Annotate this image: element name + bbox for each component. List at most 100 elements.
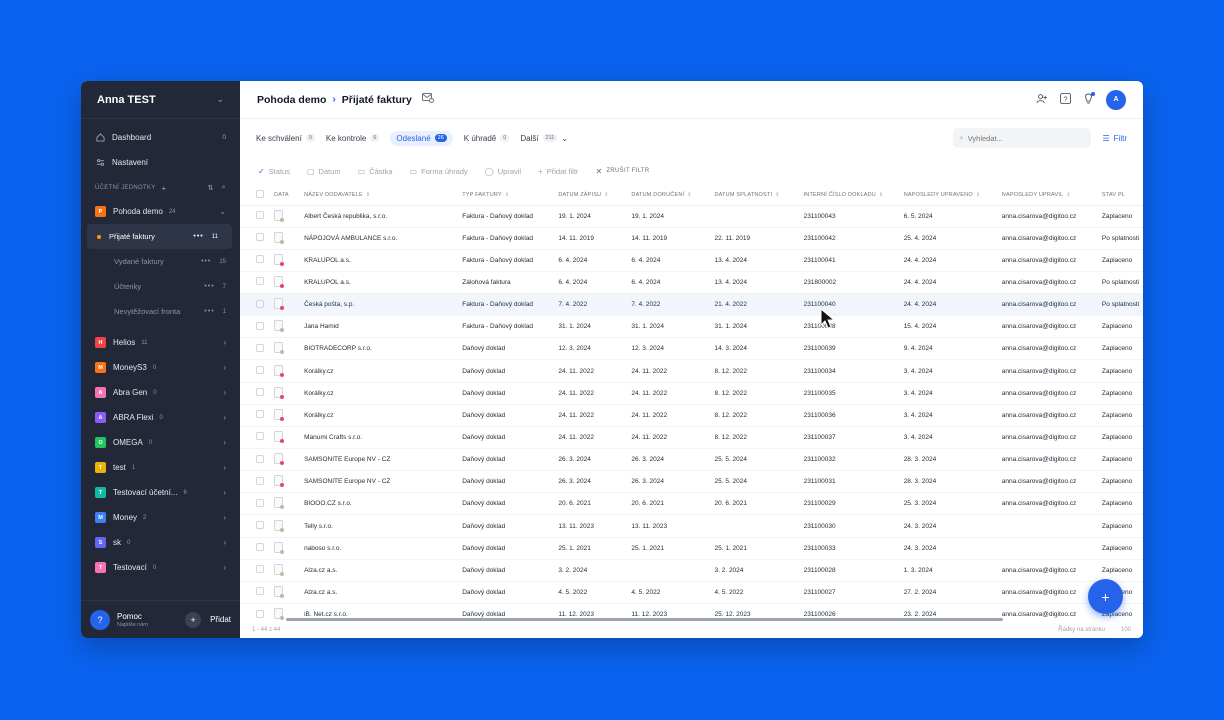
column-header[interactable]: DATUM SPLATNOSTI ⇕ [710,185,800,206]
help-link[interactable]: Pomoc Napište nám [117,612,148,628]
table-row[interactable]: Alza.cz a.s. Daňový doklad 3. 2. 2024 3. 2.… [240,559,1143,582]
add-filter-button[interactable]: + Přidat filtr [538,167,578,176]
row-checkbox[interactable] [256,277,264,286]
row-checkbox[interactable] [256,255,264,264]
org-item[interactable]: M Money 2 › [81,505,240,530]
table-row[interactable]: SAMSONITE Europe NV - CZ Daňový doklad 26.… [240,448,1143,472]
document-icon[interactable] [274,475,285,488]
row-checkbox[interactable] [256,211,264,220]
column-header[interactable]: TYP FAKTURY ⇕ [458,185,555,206]
org-item[interactable]: Ssk 0 › [81,530,240,555]
table-row[interactable]: KRALUPOL a.s. Faktura - Daňový doklad 6. 4… [240,249,1143,272]
tab-1[interactable]: Ke schválení 9 [256,134,315,143]
help-icon[interactable]: ? [1060,92,1071,107]
row-checkbox[interactable] [256,565,264,574]
row-checkbox[interactable] [256,521,264,530]
floating-add-button[interactable]: + [1088,579,1123,614]
add-user-icon[interactable] [1036,93,1047,107]
table-row[interactable]: Korálky.cz Daňový doklad 24. 11. 2022 24. 1… [240,382,1143,405]
org-item[interactable]: A ABRA Flexi 0 › [81,405,240,430]
document-icon[interactable] [274,453,285,466]
sidebar-item-received-invoices[interactable]: Přijaté faktury ••• 11 [87,224,232,249]
tab-2[interactable]: Ke kontrole 6 [326,134,380,143]
filter-payment-method[interactable]: ▭ Forma úhrady [410,167,468,176]
email-settings-icon[interactable] [421,93,434,106]
sidebar-item-dashboard[interactable]: Dashboard 0 [81,125,240,150]
row-checkbox[interactable] [256,432,264,441]
document-icon[interactable] [274,342,285,355]
help-chat-icon[interactable]: ? [90,609,110,630]
row-checkbox[interactable] [256,410,264,419]
sidebar-item-receipts[interactable]: Účtenky ••• 7 [81,274,240,299]
table-row[interactable]: SAMSONITE Europe NV - CZ Daňový doklad 26.… [240,470,1143,494]
more-icon[interactable]: ••• [204,283,214,290]
add-org-icon[interactable]: + [162,184,167,193]
table-row[interactable]: KRALUPOL a.s. Zálohová faktura 6. 4. 2024 6… [240,271,1143,295]
table-row[interactable]: BIOOO.CZ s.r.o. Daňový doklad 20. 6. 2021 2… [240,492,1143,516]
table-row[interactable]: Alza.cz a.s. Daňový doklad 4. 5. 2022 4. 5.… [240,581,1143,605]
document-icon[interactable] [274,386,285,399]
account-switcher[interactable]: Anna TEST ⌄ [81,81,240,119]
sidebar-item-issued-invoices[interactable]: Vydané faktury ••• 15 [81,249,240,274]
document-icon[interactable] [274,430,285,443]
column-header[interactable]: STAV PL [1097,185,1143,206]
org-item[interactable]: T Testovací 0 › [81,555,240,580]
org-item[interactable]: O OMEGA 0 › [81,430,240,455]
column-header[interactable]: DATUM DORUČENÍ ⇕ [627,185,711,206]
document-icon[interactable] [274,253,285,266]
table-row[interactable]: Telly s.r.o. Daňový doklad 13. 11. 2023 13.… [240,514,1143,538]
row-checkbox[interactable] [256,587,264,596]
table-row[interactable]: Česká pošta, s.p. Faktura - Daňový doklad… [240,293,1143,317]
org-item[interactable]: A Abra Gen 0 › [81,380,240,405]
table-row[interactable]: NÁPOJOVÁ AMBULANCE s.r.o. Faktura - Daňov… [240,227,1143,250]
row-checkbox[interactable] [256,366,264,375]
rows-per-page-select[interactable]: 100 [1121,627,1131,633]
row-checkbox[interactable] [256,476,264,485]
document-icon[interactable] [274,585,285,598]
org-item[interactable]: Ttest 1 › [81,455,240,480]
org-item[interactable]: T Testovací účetní... 6 › [81,480,240,505]
lightbulb-icon[interactable] [1084,91,1095,107]
tab-3[interactable]: Odeslané 26 [390,130,453,146]
filter-status[interactable]: ✓ Status [258,167,290,176]
row-checkbox[interactable] [256,299,264,308]
tab-5[interactable]: Další 211 ⌄ [520,134,568,143]
filter-button[interactable]: ☰ Filtr [1103,134,1128,143]
table-row[interactable]: Albert Česká republika, s.r.o. Faktura - … [240,205,1143,228]
more-icon[interactable]: ••• [201,258,211,265]
table-row[interactable]: Korálky.cz Daňový doklad 24. 11. 2022 24. 1… [240,404,1143,427]
filter-date[interactable]: ▢ Datum [307,167,341,176]
row-checkbox[interactable] [256,343,264,352]
row-checkbox[interactable] [256,609,264,618]
document-icon[interactable] [274,209,285,222]
column-header[interactable]: NAPOSLEDY UPRAVENO ⇕ [899,185,998,206]
table-row[interactable]: naboso s.r.o. Daňový doklad 25. 1. 2021 25.… [240,537,1143,560]
document-icon[interactable] [274,320,285,333]
document-icon[interactable] [274,231,285,244]
sidebar-item-settings[interactable]: Nastavení [81,150,240,175]
table-row[interactable]: BIOTRADECORP s.r.o. Daňový doklad 12. 3. 2… [240,337,1143,361]
row-checkbox[interactable] [256,321,264,330]
org-current[interactable]: P Pohoda demo 24 ⌄ [81,199,240,224]
avatar[interactable]: A [1106,89,1126,110]
column-header[interactable]: NÁZEV DODAVATELE ⇕ [300,185,459,206]
add-button[interactable]: + Přidat [185,611,231,628]
select-all-checkbox[interactable] [256,189,264,198]
document-icon[interactable] [274,608,285,621]
breadcrumb-root[interactable]: Pohoda demo [257,94,326,106]
row-checkbox[interactable] [256,233,264,242]
document-icon[interactable] [274,497,285,510]
table-row[interactable]: Manumi Crafts s.r.o. Daňový doklad 24. 11.… [240,426,1143,450]
document-icon[interactable] [274,275,285,288]
row-checkbox[interactable] [256,454,264,463]
row-checkbox[interactable] [256,388,264,397]
filter-amount[interactable]: ▭ Částka [358,167,393,176]
sort-icon[interactable]: ⇅ [208,184,214,192]
clear-filter-button[interactable]: ✕ ZRUŠIT FILTR [595,167,649,176]
more-icon[interactable]: ••• [193,233,203,240]
row-checkbox[interactable] [256,543,264,552]
document-icon[interactable] [274,563,285,576]
column-header[interactable]: NAPOSLEDY UPRAVIL ⇕ [997,185,1098,206]
document-icon[interactable] [274,541,285,554]
search-icon[interactable]: ⌕ [222,184,226,192]
